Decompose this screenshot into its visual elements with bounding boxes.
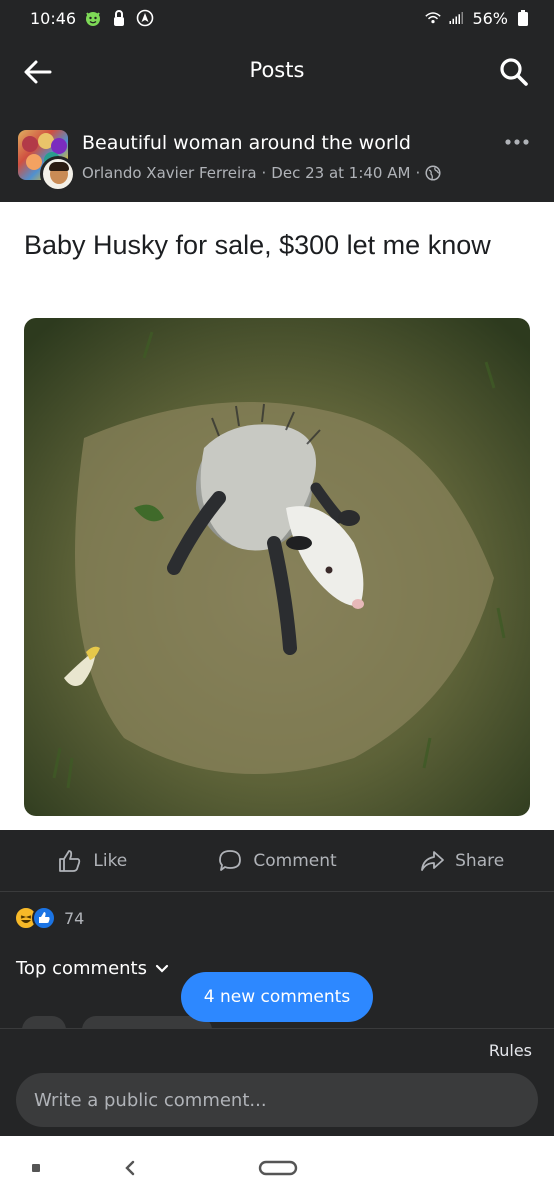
battery-percent: 56%: [472, 8, 508, 28]
status-time: 10:46: [30, 8, 77, 28]
post-photo[interactable]: [24, 318, 530, 816]
group-name[interactable]: Beautiful woman around the world: [82, 132, 411, 154]
more-dots-icon: [505, 139, 529, 145]
page-title: Posts: [249, 58, 305, 82]
system-nav-bar: [0, 1136, 554, 1200]
status-bar: 10:46 56%: [0, 0, 554, 36]
meta-separator-2: ·: [415, 164, 421, 182]
reaction-summary[interactable]: 74: [14, 904, 84, 932]
like-reaction-icon: [32, 906, 56, 930]
signal-icon: [448, 9, 466, 27]
share-button[interactable]: Share: [369, 830, 554, 891]
meta-separator: ·: [261, 164, 267, 182]
wifi-icon: [424, 9, 442, 27]
chevron-left-icon: [125, 1160, 135, 1176]
like-button[interactable]: Like: [0, 830, 185, 891]
comment-composer: Rules: [0, 1028, 554, 1136]
lock-icon: [110, 9, 128, 27]
like-label: Like: [93, 850, 128, 871]
back-nav-button[interactable]: [116, 1154, 144, 1182]
comment-sort-label: Top comments: [16, 958, 147, 979]
chevron-down-icon: [155, 964, 169, 973]
comment-bubble-icon: [219, 849, 242, 871]
app-header: Posts: [0, 36, 554, 106]
recents-icon: [32, 1164, 40, 1172]
home-pill-icon: [258, 1160, 298, 1176]
emoji-devil-icon: [84, 9, 102, 27]
post-meta: Orlando Xavier Ferreira · Dec 23 at 1:40…: [82, 164, 441, 182]
reaction-count: 74: [64, 908, 85, 928]
thumbs-up-icon: [59, 849, 81, 872]
new-comments-pill[interactable]: 4 new comments: [181, 972, 373, 1022]
post-options-button[interactable]: [502, 132, 532, 152]
home-nav-button[interactable]: [256, 1154, 300, 1182]
comment-button[interactable]: Comment: [185, 830, 370, 891]
post-actions: Like Comment Share: [0, 830, 554, 892]
comment-label: Comment: [253, 850, 337, 871]
rules-link[interactable]: Rules: [489, 1041, 532, 1060]
comment-input[interactable]: [16, 1073, 538, 1127]
search-icon: [500, 58, 528, 86]
globe-icon: [425, 165, 441, 181]
post-content: Baby Husky for sale, $300 let me know: [0, 202, 554, 830]
battery-icon: [514, 9, 532, 27]
post-header: Beautiful woman around the world Orlando…: [0, 116, 554, 202]
share-arrow-icon: [421, 850, 445, 871]
recent-apps-button[interactable]: [24, 1154, 48, 1182]
author-name[interactable]: Orlando Xavier Ferreira: [82, 164, 257, 182]
post-text: Baby Husky for sale, $300 let me know: [24, 230, 491, 260]
search-button[interactable]: [496, 54, 532, 90]
navigation-icon: [136, 9, 154, 27]
post-timestamp[interactable]: Dec 23 at 1:40 AM: [271, 164, 410, 182]
comment-sort-dropdown[interactable]: Top comments: [16, 958, 169, 979]
share-label: Share: [455, 850, 505, 871]
author-avatar[interactable]: [40, 156, 76, 192]
